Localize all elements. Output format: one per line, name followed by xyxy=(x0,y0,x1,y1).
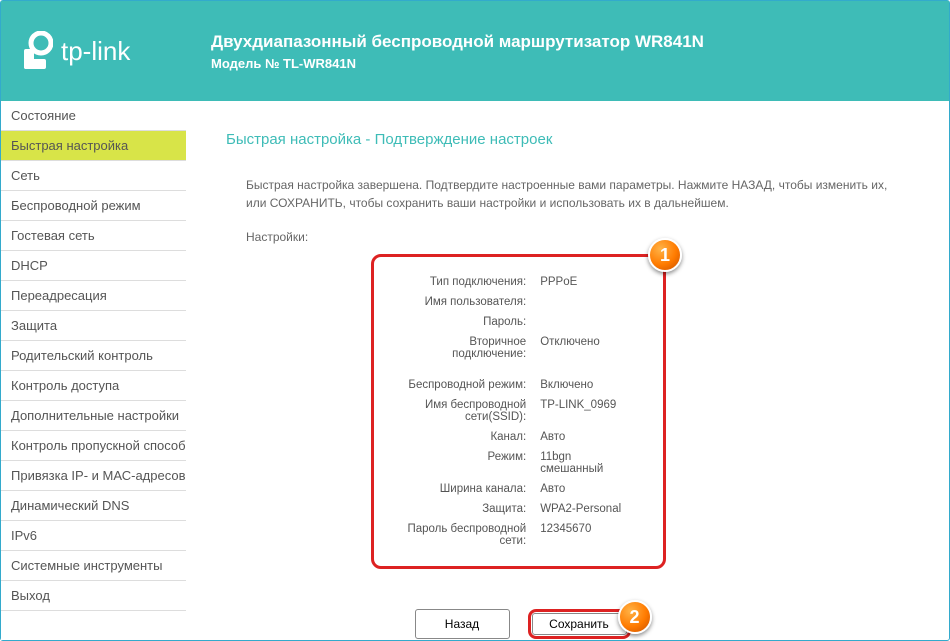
settings-table: Тип подключения:PPPoEИмя пользователя:Па… xyxy=(388,271,631,552)
table-row: Вторичное подключение:Отключено xyxy=(390,333,629,363)
setting-value: 11bgn смешанный xyxy=(534,448,629,478)
table-row: Пароль беспроводной сети:12345670 xyxy=(390,520,629,550)
setting-key: Имя пользователя: xyxy=(390,293,532,311)
setting-key: Пароль беспроводной сети: xyxy=(390,520,532,550)
setting-key: Вторичное подключение: xyxy=(390,333,532,363)
sidebar-item-16[interactable]: Выход xyxy=(1,581,186,611)
table-row: Тип подключения:PPPoE xyxy=(390,273,629,291)
setting-key: Режим: xyxy=(390,448,532,478)
setting-value: Включено xyxy=(534,365,629,394)
sidebar-item-5[interactable]: DHCP xyxy=(1,251,186,281)
brand-text: tp-link xyxy=(61,36,130,67)
sidebar-item-7[interactable]: Защита xyxy=(1,311,186,341)
sidebar-item-15[interactable]: Системные инструменты xyxy=(1,551,186,581)
sidebar-item-11[interactable]: Контроль пропускной способности xyxy=(1,431,186,461)
table-row: Ширина канала:Авто xyxy=(390,480,629,498)
setting-key: Канал: xyxy=(390,428,532,446)
table-row: Режим:11bgn смешанный xyxy=(390,448,629,478)
sidebar-item-3[interactable]: Беспроводной режим xyxy=(1,191,186,221)
setting-value: 12345670 xyxy=(534,520,629,550)
setting-key: Пароль: xyxy=(390,313,532,331)
setting-key: Тип подключения: xyxy=(390,273,532,291)
table-row: Канал:Авто xyxy=(390,428,629,446)
sidebar-item-1[interactable]: Быстрая настройка xyxy=(1,131,186,161)
setting-value: TP-LINK_0969 xyxy=(534,396,629,426)
sidebar: СостояниеБыстрая настройкаСетьБеспроводн… xyxy=(1,101,186,640)
header-title: Двухдиапазонный беспроводной маршрутизат… xyxy=(211,32,929,52)
setting-value xyxy=(534,293,629,311)
tplink-logo-icon xyxy=(21,31,53,71)
settings-label: Настройки: xyxy=(246,230,909,244)
setting-key: Беспроводной режим: xyxy=(390,365,532,394)
setting-value xyxy=(534,313,629,331)
back-button[interactable]: Назад xyxy=(415,609,510,639)
sidebar-item-8[interactable]: Родительский контроль xyxy=(1,341,186,371)
sidebar-item-14[interactable]: IPv6 xyxy=(1,521,186,551)
intro-text: Быстрая настройка завершена. Подтвердите… xyxy=(246,176,909,212)
save-button-highlight: Сохранить 2 xyxy=(528,609,631,639)
table-row: Защита:WPA2-Personal xyxy=(390,500,629,518)
setting-key: Ширина канала: xyxy=(390,480,532,498)
page-title: Быстрая настройка - Подтверждение настро… xyxy=(226,131,909,148)
setting-value: Авто xyxy=(534,428,629,446)
header-titles: Двухдиапазонный беспроводной маршрутизат… xyxy=(211,32,929,71)
setting-key: Имя беспроводной сети(SSID): xyxy=(390,396,532,426)
setting-value: Авто xyxy=(534,480,629,498)
table-row: Пароль: xyxy=(390,313,629,331)
main-content: Быстрая настройка - Подтверждение настро… xyxy=(186,101,949,640)
annotation-marker-2: 2 xyxy=(618,600,652,634)
table-row: Беспроводной режим:Включено xyxy=(390,365,629,394)
settings-summary-box: 1 Тип подключения:PPPoEИмя пользователя:… xyxy=(371,254,666,569)
setting-key: Защита: xyxy=(390,500,532,518)
setting-value: WPA2-Personal xyxy=(534,500,629,518)
save-button[interactable]: Сохранить xyxy=(532,613,627,635)
setting-value: PPPoE xyxy=(534,273,629,291)
sidebar-item-6[interactable]: Переадресация xyxy=(1,281,186,311)
button-row: Назад Сохранить 2 xyxy=(226,609,909,639)
table-row: Имя беспроводной сети(SSID):TP-LINK_0969 xyxy=(390,396,629,426)
brand-logo: tp-link xyxy=(21,31,171,71)
annotation-marker-1: 1 xyxy=(648,238,682,272)
table-row: Имя пользователя: xyxy=(390,293,629,311)
sidebar-item-12[interactable]: Привязка IP- и МАС-адресов xyxy=(1,461,186,491)
sidebar-item-13[interactable]: Динамический DNS xyxy=(1,491,186,521)
sidebar-item-2[interactable]: Сеть xyxy=(1,161,186,191)
sidebar-item-0[interactable]: Состояние xyxy=(1,101,186,131)
header-model: Модель № TL-WR841N xyxy=(211,56,929,71)
header-bar: tp-link Двухдиапазонный беспроводной мар… xyxy=(1,1,949,101)
setting-value: Отключено xyxy=(534,333,629,363)
sidebar-item-10[interactable]: Дополнительные настройки xyxy=(1,401,186,431)
sidebar-item-4[interactable]: Гостевая сеть xyxy=(1,221,186,251)
sidebar-item-9[interactable]: Контроль доступа xyxy=(1,371,186,401)
